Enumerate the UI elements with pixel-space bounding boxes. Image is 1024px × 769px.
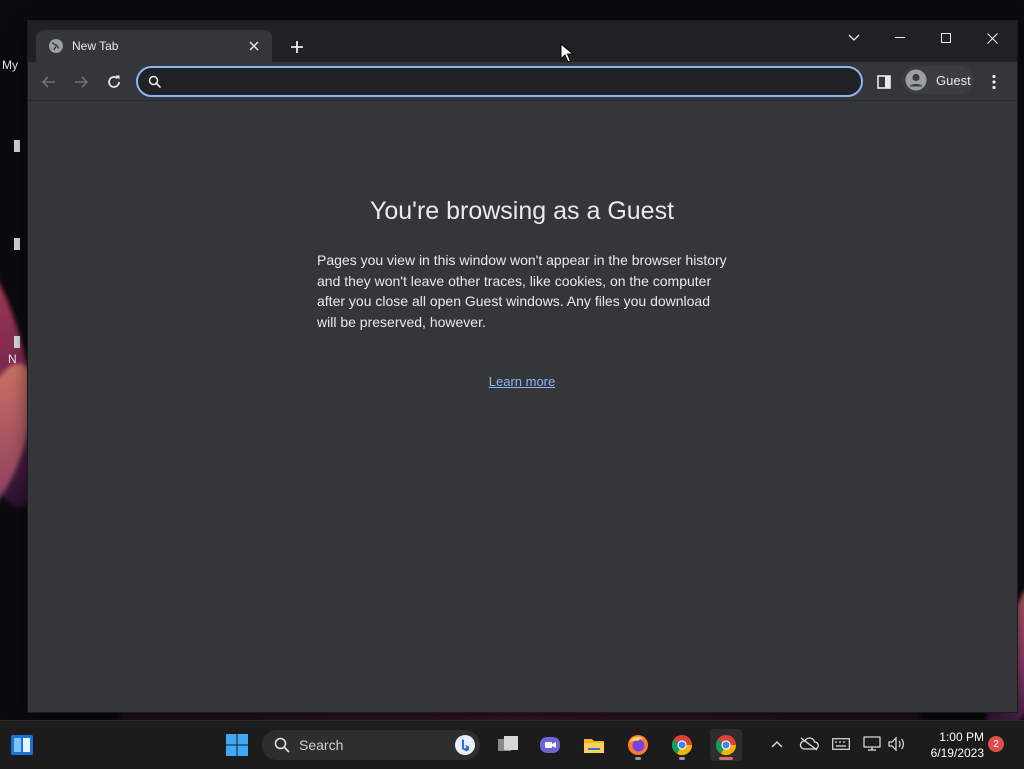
desktop-icon-label[interactable]: My [2, 58, 18, 72]
profile-label: Guest [936, 72, 971, 88]
file-explorer-button[interactable] [578, 729, 610, 761]
chrome-icon [715, 735, 737, 756]
speaker-icon [888, 736, 904, 752]
keyboard-icon [832, 738, 850, 750]
reload-button[interactable] [101, 69, 127, 95]
maximize-button[interactable] [923, 23, 969, 53]
widgets-button[interactable] [6, 729, 38, 761]
learn-more-text[interactable]: Learn more [489, 374, 555, 389]
task-view-button[interactable] [492, 729, 524, 761]
chat-icon [540, 737, 560, 753]
minimize-button[interactable] [877, 23, 923, 53]
network-button[interactable] [861, 733, 883, 755]
chrome-icon [671, 735, 693, 756]
desktop-icon[interactable] [14, 336, 20, 348]
widgets-icon [11, 735, 33, 755]
tab-search-button[interactable] [831, 23, 877, 53]
chrome-guest-button[interactable] [710, 729, 742, 761]
tab-new-tab[interactable]: New Tab [36, 30, 272, 62]
keyboard-button[interactable] [830, 733, 852, 755]
minimize-icon [895, 37, 905, 38]
firefox-button[interactable] [622, 729, 654, 761]
task-view-icon [498, 736, 518, 751]
arrow-left-icon [41, 76, 55, 88]
start-button[interactable] [221, 729, 253, 761]
folder-icon [584, 739, 604, 753]
browser-toolbar: Guest [28, 62, 1017, 101]
close-tab-icon[interactable] [244, 36, 264, 56]
chevron-down-icon [848, 34, 860, 41]
avatar-icon [905, 69, 927, 91]
close-icon [986, 32, 998, 44]
mouse-cursor-icon [560, 43, 574, 63]
maximize-icon [941, 33, 951, 43]
page-title: You're browsing as a Guest [369, 197, 675, 225]
chrome-button[interactable] [666, 729, 698, 761]
active-indicator [719, 757, 733, 760]
bing-icon[interactable] [454, 734, 476, 756]
reload-icon [108, 75, 120, 88]
profile-button[interactable]: Guest [902, 66, 974, 94]
network-icon [863, 736, 881, 751]
guest-page: You're browsing as a Guest Pages you vie… [28, 101, 1017, 712]
show-hidden-icons-button[interactable] [766, 733, 788, 755]
onedrive-button[interactable] [798, 733, 820, 755]
desktop-icon[interactable] [14, 140, 20, 152]
windows-logo-icon [226, 734, 248, 756]
clock-date: 6/19/2023 [930, 746, 984, 760]
chevron-up-icon [771, 741, 783, 748]
firefox-icon [628, 735, 648, 755]
teams-chat-button[interactable] [534, 729, 566, 761]
kebab-menu-icon [992, 74, 996, 90]
title-bar[interactable]: New Tab [28, 21, 1017, 62]
search-icon [274, 737, 290, 753]
notification-badge[interactable]: 2 [988, 736, 1004, 752]
arrow-right-icon [75, 76, 89, 88]
clock-time: 1:00 PM [939, 730, 984, 744]
side-panel-icon [877, 75, 891, 89]
new-tab-button[interactable] [285, 35, 309, 59]
browser-window: New Tab Guest You're browsing as a Guest… [28, 21, 1017, 712]
desktop-icon[interactable] [14, 238, 20, 250]
learn-more-link[interactable]: Learn more [28, 374, 1016, 389]
address-bar[interactable] [136, 66, 863, 97]
close-window-button[interactable] [969, 23, 1015, 53]
globe-icon [48, 38, 64, 54]
running-indicator [635, 757, 641, 760]
forward-button[interactable] [68, 69, 94, 95]
guest-description: Pages you view in this window won't appe… [317, 252, 727, 330]
back-button[interactable] [36, 69, 62, 95]
taskbar: Search 1:00 PM 6/19/2023 2 [0, 720, 1024, 769]
tab-title: New Tab [72, 39, 119, 53]
address-input[interactable] [170, 72, 849, 91]
search-icon [148, 75, 162, 89]
cloud-offline-icon [799, 737, 819, 751]
taskbar-clock[interactable]: 1:00 PM 6/19/2023 [912, 729, 984, 761]
menu-button[interactable] [981, 69, 1007, 95]
taskbar-search[interactable]: Search [262, 730, 480, 760]
desktop-icon-label[interactable]: N [8, 352, 17, 366]
side-panel-button[interactable] [871, 69, 897, 95]
volume-button[interactable] [885, 733, 907, 755]
search-placeholder: Search [299, 737, 344, 753]
running-indicator [679, 757, 685, 760]
